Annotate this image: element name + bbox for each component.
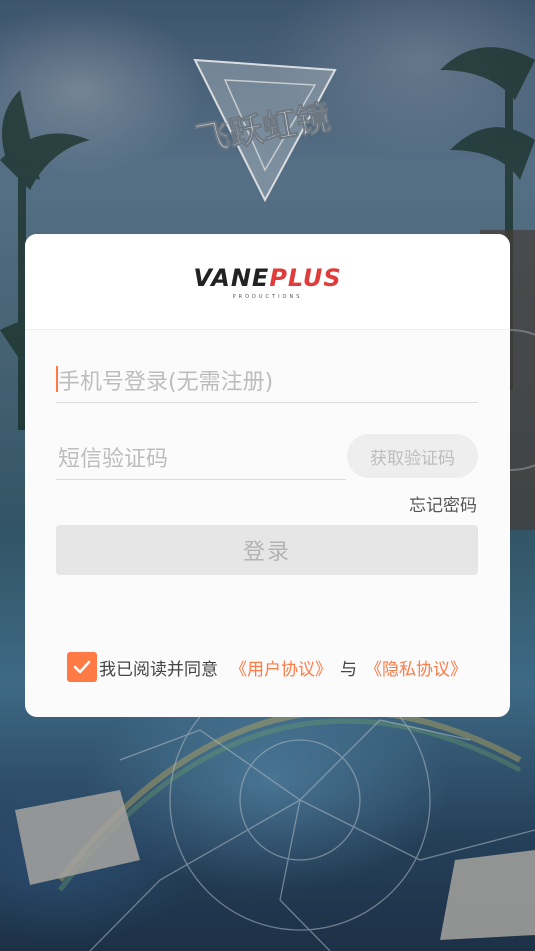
- get-code-button[interactable]: 获取验证码: [347, 434, 478, 478]
- privacy-policy-link[interactable]: 《隐私协议》: [365, 655, 467, 680]
- phone-input[interactable]: [56, 362, 480, 402]
- login-card: VANEPLUS PRODUCTIONS 获取验证码 忘记密码 登录 我已阅读并…: [25, 234, 510, 717]
- brand-name-part2: PLUS: [269, 263, 342, 292]
- sms-code-field: [56, 439, 348, 480]
- login-button[interactable]: 登录: [56, 525, 478, 575]
- forgot-password-link[interactable]: 忘记密码: [409, 491, 477, 516]
- agreement-row: 我已阅读并同意 《用户协议》 与 《隐私协议》: [67, 651, 467, 683]
- vaneplus-logo: VANEPLUS: [193, 264, 341, 292]
- phone-field: [56, 362, 480, 403]
- checkmark-icon: [73, 660, 91, 674]
- brand-subtitle: PRODUCTIONS: [232, 293, 303, 300]
- agreement-connector: 与: [340, 659, 357, 680]
- agreement-checkbox[interactable]: [67, 652, 97, 682]
- game-title-logo: 飞跃虹镜: [165, 50, 365, 210]
- text-caret: [56, 366, 58, 392]
- sms-code-input[interactable]: [56, 439, 348, 479]
- user-agreement-link[interactable]: 《用户协议》: [230, 655, 332, 680]
- card-header: VANEPLUS PRODUCTIONS: [25, 234, 510, 330]
- brand-name-part1: VANE: [193, 263, 270, 292]
- agreement-prefix: 我已阅读并同意: [99, 659, 218, 680]
